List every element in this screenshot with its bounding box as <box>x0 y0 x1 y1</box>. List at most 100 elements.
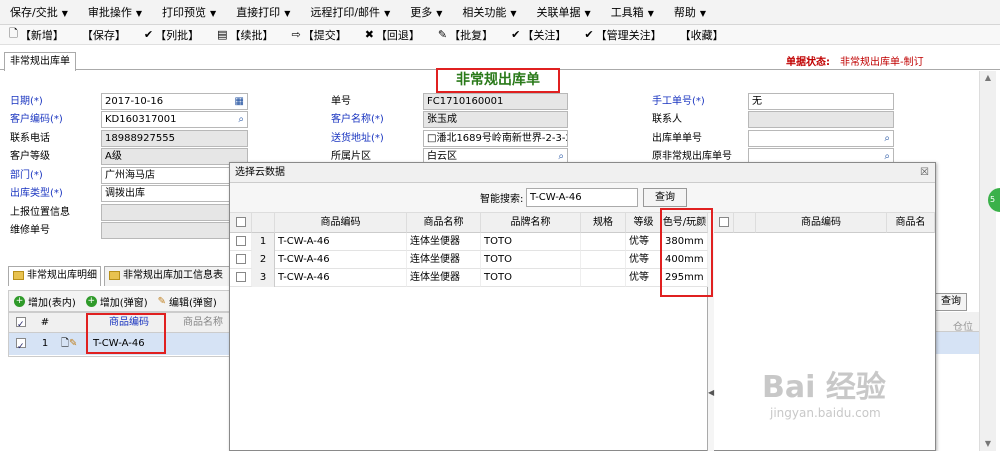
page-scrollbar[interactable]: ▲ ▼ <box>979 71 996 451</box>
row-checkbox-cell[interactable] <box>230 233 252 251</box>
doc-icon[interactable]: 🗋 <box>61 338 69 349</box>
dept-field[interactable]: 广州海马店 <box>101 167 231 184</box>
close-icon[interactable]: ☒ <box>920 163 929 183</box>
row-checkbox[interactable] <box>235 254 246 264</box>
chevron-down-icon: ▼ <box>384 9 391 18</box>
select-all-header[interactable] <box>714 213 734 233</box>
tab-outbound-detail[interactable]: 非常规出库明细 <box>8 266 101 286</box>
calendar-icon[interactable]: ▦ <box>235 94 244 109</box>
page-title: 非常规出库单 <box>436 68 560 93</box>
toolbar-button[interactable]: ▤ 【续批】 <box>208 27 282 43</box>
row-checkbox-cell[interactable] <box>9 333 33 358</box>
cell-brand[interactable]: TOTO <box>481 269 581 287</box>
document-status: 单据状态: 非常规出库单-制订 <box>786 53 924 68</box>
address-label: 送货地址(*) <box>331 133 384 144</box>
edit-popup-button[interactable]: ✎ 编辑(弹窗) <box>153 294 222 309</box>
row-checkbox[interactable] <box>16 336 26 358</box>
cell-grade[interactable]: 优等 <box>626 251 662 269</box>
toolbar-button[interactable]: 🗋 【新增】 <box>0 25 73 44</box>
customer-code-label: 客户编码(*) <box>10 114 63 125</box>
chevron-down-icon: ▼ <box>584 9 591 18</box>
query-button[interactable]: 查询 <box>935 293 967 311</box>
revert-icon: ✖ <box>364 28 374 41</box>
customer-name-field: 张玉成 <box>423 111 568 128</box>
menu-item[interactable]: 远程打印/邮件 ▼ <box>300 4 400 20</box>
out-doc-no-field[interactable]: ⌕ <box>748 130 894 147</box>
cell-no: 1 <box>252 233 275 251</box>
toolbar-label: 【批复】 <box>449 28 494 42</box>
select-all-checkbox[interactable] <box>235 217 246 227</box>
toolbar-button[interactable]: ⇨ 【提交】 <box>282 27 355 43</box>
search-button[interactable]: 查询 <box>643 188 687 207</box>
menu-label: 审批操作 <box>87 6 132 19</box>
menu-item[interactable]: 关联单据 ▼ <box>527 4 601 20</box>
search-input[interactable]: T-CW-A-46 <box>526 188 638 207</box>
menu-item[interactable]: 帮助 ▼ <box>664 4 716 20</box>
search-label: 智能搜索: <box>480 194 524 205</box>
scroll-up-icon[interactable]: ▲ <box>980 71 996 85</box>
toolbar-button[interactable]: ✔ 【列批】 <box>135 27 208 43</box>
menu-label: 远程打印/邮件 <box>310 6 381 19</box>
watermark-url: jingyan.baidu.com <box>770 406 881 420</box>
tab-processing-info[interactable]: 非常规出库加工信息表 <box>104 266 230 286</box>
cell-no: 2 <box>252 251 275 269</box>
cell-code[interactable]: T-CW-A-46 <box>275 251 407 269</box>
edit-icon[interactable]: ✎ <box>69 338 77 349</box>
select-all-checkbox[interactable] <box>16 315 26 335</box>
menu-item[interactable]: 审批操作 ▼ <box>78 4 152 20</box>
menu-item[interactable]: 相关功能 ▼ <box>452 4 526 20</box>
toolbar-button[interactable]: ✔ 【关注】 <box>502 27 575 43</box>
add-inline-button[interactable]: + 增加(表内) <box>9 294 81 309</box>
row-checkbox[interactable] <box>235 272 246 282</box>
address-field[interactable]: □潘北1689号岭南新世界-2-3-202 <box>423 130 568 147</box>
toolbar-label: 【列批】 <box>155 28 200 42</box>
add-popup-button[interactable]: + 增加(弹窗) <box>81 294 153 309</box>
cell-brand[interactable]: TOTO <box>481 251 581 269</box>
out-type-field[interactable]: 调拨出库 <box>101 185 231 202</box>
manual-no-field[interactable]: 无 <box>748 93 894 110</box>
toolbar-label: 【回退】 <box>375 28 420 42</box>
menu-item[interactable]: 更多 ▼ <box>400 4 452 20</box>
cell-grade[interactable]: 优等 <box>626 233 662 251</box>
scroll-down-icon[interactable]: ▼ <box>980 437 996 451</box>
tab-irregular-outbound[interactable]: 非常规出库单 <box>4 52 76 71</box>
cell-name[interactable]: 连体坐便器 <box>407 269 481 287</box>
search-icon[interactable]: ⌕ <box>884 131 890 146</box>
date-field[interactable]: 2017-10-16 ▦ <box>101 93 248 110</box>
row-checkbox[interactable] <box>235 236 246 246</box>
row-checkbox-cell[interactable] <box>230 251 252 269</box>
highlight-box <box>660 208 713 297</box>
select-all-checkbox[interactable] <box>718 217 729 227</box>
cell-spec[interactable] <box>581 251 626 269</box>
cell-spec[interactable] <box>581 269 626 287</box>
toolbar-button[interactable]: 【保存】 <box>73 27 135 43</box>
cell-name[interactable]: 连体坐便器 <box>407 251 481 269</box>
toolbar-button[interactable]: ✖ 【回退】 <box>356 27 429 43</box>
cell-code[interactable]: T-CW-A-46 <box>275 269 407 287</box>
submit-icon: ⇨ <box>291 28 301 41</box>
row-checkbox-cell[interactable] <box>230 269 252 287</box>
menu-item[interactable]: 打印预览 ▼ <box>152 4 226 20</box>
search-icon[interactable]: ⌕ <box>238 112 244 127</box>
menu-item[interactable]: 直接打印 ▼ <box>226 4 300 20</box>
cell-spec[interactable] <box>581 233 626 251</box>
toolbar-button[interactable]: 【收藏】 <box>671 27 733 43</box>
chevron-down-icon: ▼ <box>61 9 68 18</box>
col-spec: 规格 <box>581 213 626 233</box>
contact-label: 联系人 <box>652 114 682 125</box>
menu-item[interactable]: 工具箱 ▼ <box>601 4 664 20</box>
date-label: 日期(*) <box>10 96 43 107</box>
cell-code[interactable]: T-CW-A-46 <box>275 233 407 251</box>
customer-code-field[interactable]: KD160317001 ⌕ <box>101 111 248 128</box>
toolbar-button[interactable]: ✎ 【批复】 <box>429 27 502 43</box>
cell-grade[interactable]: 优等 <box>626 269 662 287</box>
select-all-header[interactable] <box>230 213 252 233</box>
phone-field: 18988927555 <box>101 130 248 147</box>
follow-icon: ✔ <box>511 28 521 41</box>
toolbar-button[interactable]: ✔ 【管理关注】 <box>575 27 670 43</box>
doc-no-label: 单号 <box>331 96 351 107</box>
menu-item[interactable]: 保存/交批 ▼ <box>0 4 78 20</box>
cell-name[interactable]: 连体坐便器 <box>407 233 481 251</box>
select-all-header[interactable] <box>9 313 33 335</box>
cell-brand[interactable]: TOTO <box>481 233 581 251</box>
